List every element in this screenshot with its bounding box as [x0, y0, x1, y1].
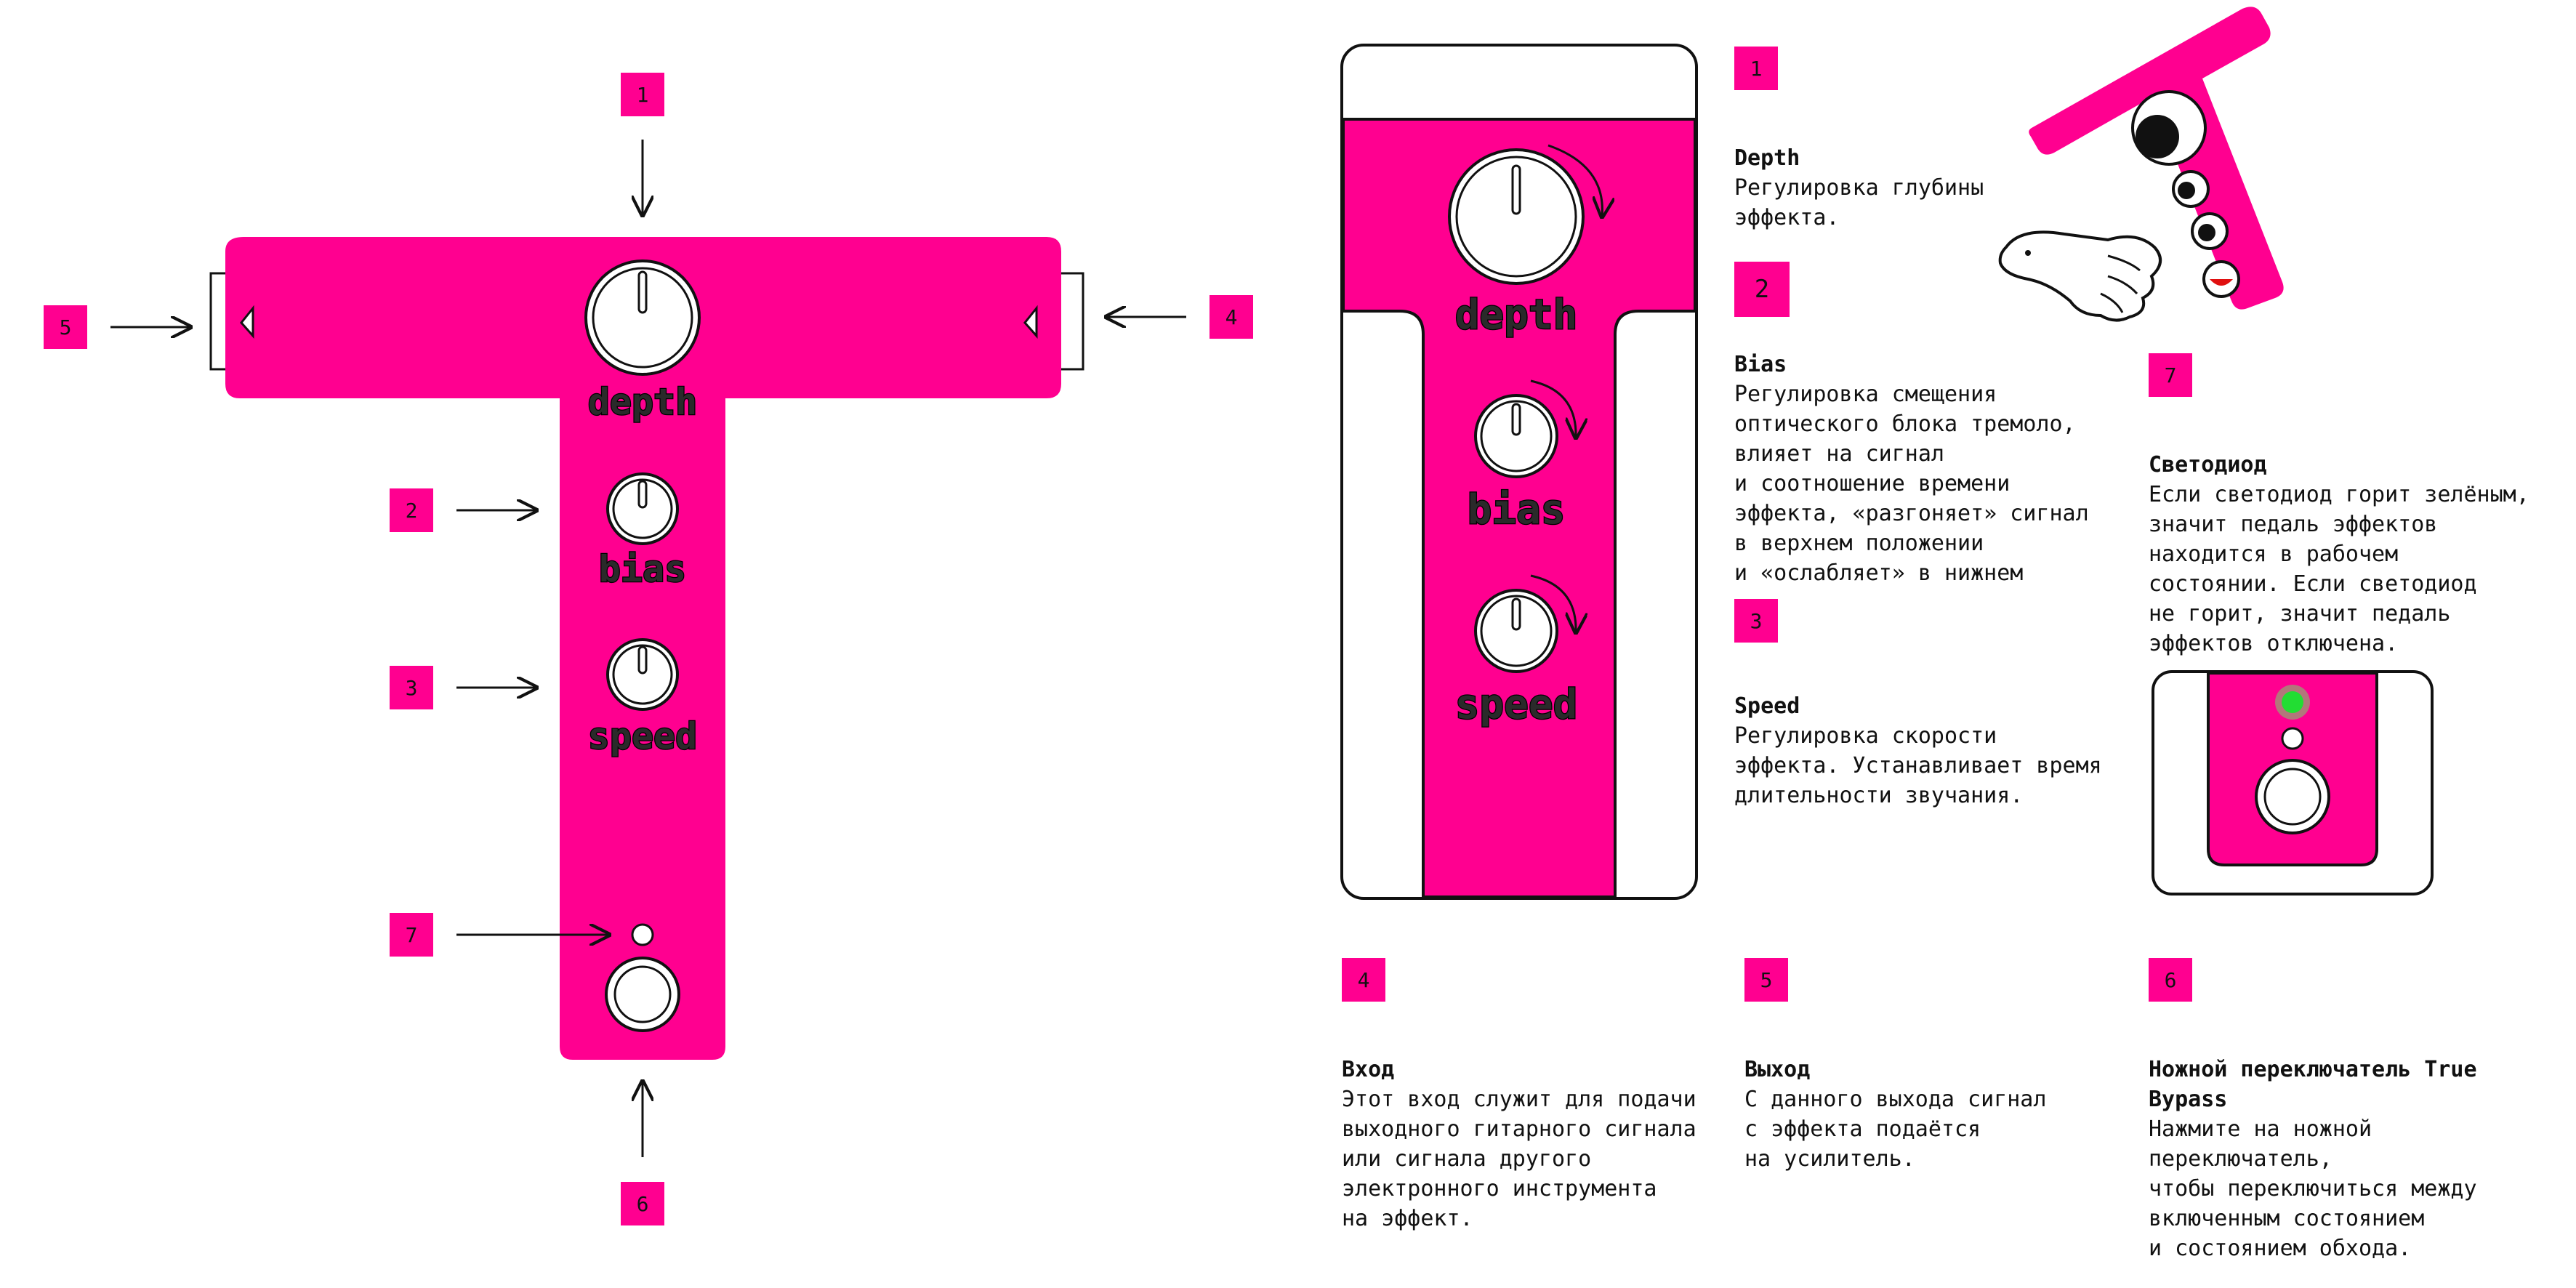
section-3-text: Регулировка скорости эффекта. Устанавлив…	[1734, 723, 2102, 808]
section-6-title: Ножной переключатель True Bypass	[2149, 1057, 2477, 1112]
section-2-text: Регулировка смещения оптического блока т…	[1734, 382, 2089, 586]
section-7-desc: Светодиод Если светодиод горит зелёным, з…	[2149, 420, 2529, 659]
section-3-desc: Speed Регулировка скорости эффекта. Устан…	[1734, 661, 2102, 810]
section-3-title: Speed	[1734, 693, 1800, 719]
led-green	[2282, 691, 2303, 713]
mascot-illustration	[1998, 7, 2284, 322]
footswitch[interactable]	[605, 957, 680, 1032]
section-2-title: Bias	[1734, 352, 1787, 377]
section-2-desc: Bias Регулировка смещения оптического бло…	[1734, 320, 2089, 588]
section-1-title: Depth	[1734, 145, 1800, 171]
badge-7: 7	[390, 913, 433, 957]
badge-4: 4	[1209, 295, 1253, 339]
section-5-text: С данного выхода сигнал с эффекта подаёт…	[1744, 1087, 2047, 1172]
pedal-closeup: depth bias speed	[1340, 44, 1698, 900]
section-7-badge: 7	[2149, 353, 2192, 397]
speed-knob[interactable]	[606, 638, 679, 711]
led-closeup	[2152, 670, 2434, 895]
depth-label: depth	[588, 381, 698, 423]
section-1-desc: Depth Регулировка глубины эффекта.	[1734, 113, 1984, 233]
pedal-left: depth bias speed	[110, 140, 1186, 1157]
section-6-desc: Ножной переключатель True Bypass Нажмите …	[2149, 1025, 2477, 1263]
bias-knob[interactable]	[606, 472, 679, 545]
badge-6: 6	[621, 1182, 664, 1225]
badge-5: 5	[44, 305, 87, 349]
section-7-title: Светодиод	[2149, 452, 2267, 478]
badge-3: 3	[390, 666, 433, 709]
section-4-title: Вход	[1342, 1057, 1395, 1082]
badge-1: 1	[621, 73, 664, 116]
closeup-bias-label: bias	[1468, 486, 1566, 534]
section-1-text: Регулировка глубины эффекта.	[1734, 175, 1984, 230]
section-6-badge: 6	[2149, 958, 2192, 1002]
bias-label: bias	[599, 548, 686, 590]
section-5-badge: 5	[1744, 958, 1788, 1002]
section-6-text: Нажмите на ножной переключатель, чтобы п…	[2149, 1116, 2477, 1261]
depth-knob[interactable]	[584, 259, 701, 376]
closeup-depth-label: depth	[1455, 291, 1578, 339]
section-3-badge: 3	[1734, 599, 1778, 643]
closeup-speed-label: speed	[1455, 681, 1578, 728]
section-5-title: Выход	[1744, 1057, 1811, 1082]
badge-2: 2	[390, 488, 433, 532]
speed-label: speed	[588, 715, 698, 757]
section-4-text: Этот вход служит для подачи выходного ги…	[1342, 1087, 1696, 1231]
section-5-desc: Выход С данного выхода сигнал с эффекта п…	[1744, 1025, 2046, 1174]
led	[631, 923, 654, 946]
section-2-badge: 2	[1734, 262, 1790, 317]
section-4-desc: Вход Этот вход служит для подачи выходног…	[1342, 1025, 1696, 1233]
section-4-badge: 4	[1342, 958, 1385, 1002]
section-1-badge: 1	[1734, 47, 1778, 90]
section-7-text: Если светодиод горит зелёным, значит пед…	[2149, 482, 2529, 656]
